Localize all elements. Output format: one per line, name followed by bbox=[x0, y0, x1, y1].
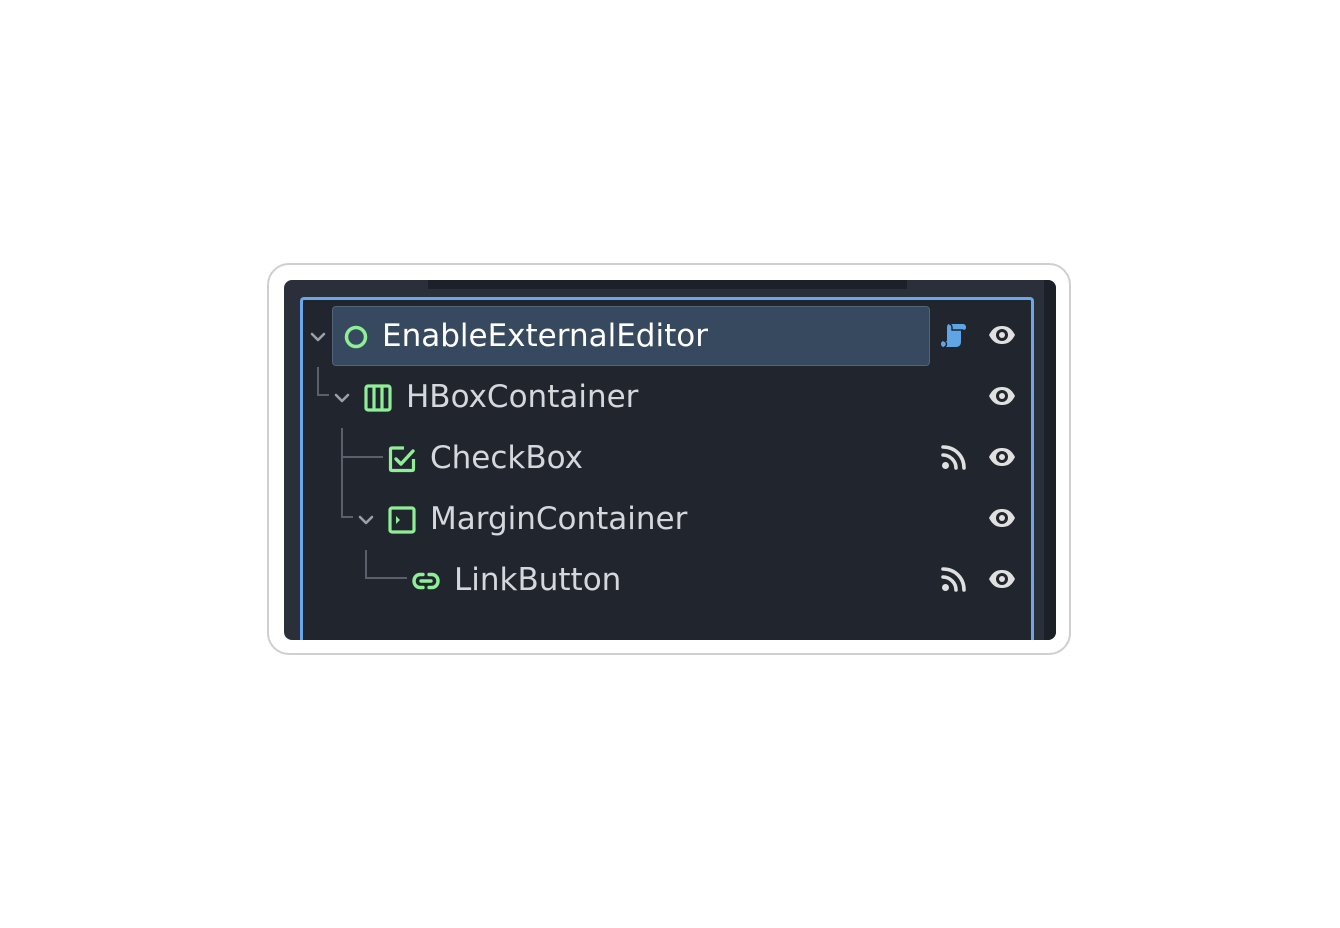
eye-visible-icon[interactable] bbox=[987, 503, 1017, 533]
chevron-down-icon[interactable] bbox=[309, 328, 327, 346]
tree-item-link-button[interactable]: LinkButton bbox=[303, 544, 1031, 605]
tree-item-hbox[interactable]: HBoxContainer bbox=[303, 361, 1031, 422]
eye-visible-icon[interactable] bbox=[987, 320, 1017, 350]
script-icon[interactable] bbox=[939, 320, 969, 350]
chevron-down-icon[interactable] bbox=[357, 511, 375, 529]
node-name-label: LinkButton bbox=[454, 562, 622, 598]
node-name-label: HBoxContainer bbox=[406, 379, 639, 415]
link-button-icon bbox=[412, 572, 440, 590]
eye-visible-icon[interactable] bbox=[987, 564, 1017, 594]
scrollbar-gutter[interactable] bbox=[1044, 280, 1056, 640]
checkbox-icon bbox=[388, 446, 416, 473]
tree-item-checkbox[interactable]: CheckBox bbox=[303, 422, 1031, 483]
scene-dock-panel: EnableExternalEditor HBoxContainer Check… bbox=[284, 280, 1056, 640]
panel-header-strip bbox=[428, 280, 907, 289]
scene-tree[interactable]: EnableExternalEditor HBoxContainer Check… bbox=[300, 297, 1034, 640]
signal-connections-icon[interactable] bbox=[939, 564, 969, 594]
eye-visible-icon[interactable] bbox=[987, 381, 1017, 411]
hbox-container-icon bbox=[364, 384, 392, 412]
tree-item-root[interactable]: EnableExternalEditor bbox=[303, 300, 1031, 366]
node-name-label: CheckBox bbox=[430, 440, 583, 476]
eye-visible-icon[interactable] bbox=[987, 442, 1017, 472]
node-name-label: EnableExternalEditor bbox=[382, 318, 708, 354]
signal-connections-icon[interactable] bbox=[939, 442, 969, 472]
circle-node-icon bbox=[344, 325, 368, 349]
node-name-label: MarginContainer bbox=[430, 501, 688, 537]
margin-container-icon bbox=[388, 506, 416, 534]
tree-item-margin-container[interactable]: MarginContainer bbox=[303, 483, 1031, 544]
chevron-down-icon[interactable] bbox=[333, 389, 351, 407]
